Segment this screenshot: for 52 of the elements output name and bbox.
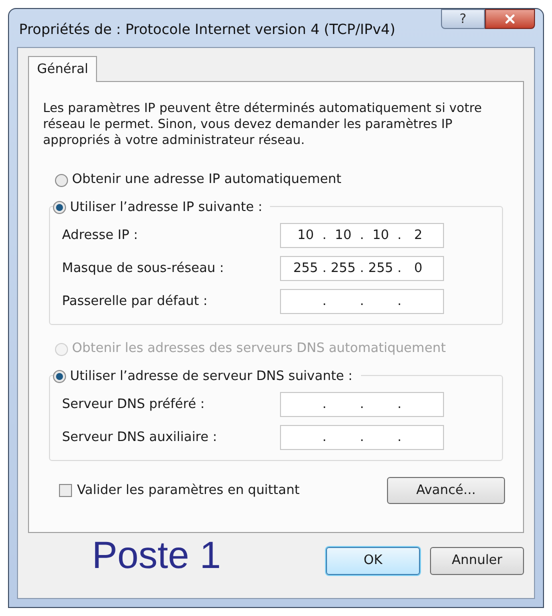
advanced-button[interactable]: Avancé... xyxy=(387,477,505,504)
radio-label: Obtenir les adresses des serveurs DNS automatiquement xyxy=(72,340,446,358)
dot-separator: . xyxy=(322,428,327,447)
octet-text: 10 xyxy=(372,226,389,245)
close-button[interactable] xyxy=(485,9,535,29)
octet-text: 255 xyxy=(293,260,318,278)
intro-text: Les paramètres IP peuvent être déterminés automatiquement si votre réseau le permet. Sinon, vous devez demander les paramètres IP appropriés à votre administrateur réseau. xyxy=(43,100,483,148)
dot-separator: . xyxy=(397,428,402,447)
dot-separator: . xyxy=(322,260,327,278)
dot-separator: . xyxy=(360,428,364,447)
ip-address-field[interactable]: . . . xyxy=(280,289,444,314)
field-label: Passerelle par défaut : xyxy=(62,292,208,311)
ip-address-field[interactable]: . . . xyxy=(280,425,444,450)
field-label: Adresse IP : xyxy=(62,226,138,245)
field-label: Serveur DNS auxiliaire : xyxy=(62,428,218,447)
radio-button[interactable] xyxy=(53,201,66,214)
dot-separator: . xyxy=(360,226,364,245)
checkbox[interactable] xyxy=(59,484,72,497)
field-label: Serveur DNS préféré : xyxy=(62,396,205,414)
dot-separator: . xyxy=(397,396,402,414)
radio-label: Utiliser l’adresse de serveur DNS suivante : xyxy=(70,368,353,386)
dialog-button[interactable]: OK xyxy=(326,547,420,575)
octet-text: 0 xyxy=(414,260,422,278)
octet-text: 255 xyxy=(330,260,356,278)
ip-address-field[interactable]: 10 . 10 . 10 . 2 xyxy=(280,223,444,248)
dot-separator: . xyxy=(360,292,364,311)
tab[interactable]: Général xyxy=(28,56,98,82)
dialog-button[interactable]: Annuler xyxy=(430,547,524,575)
octet-text: 10 xyxy=(297,226,314,245)
dot-separator: . xyxy=(322,292,327,311)
ip-address-field[interactable]: . . . xyxy=(280,392,444,417)
ip-address-field[interactable]: 255 . 255 . 255 . 0 xyxy=(280,256,444,281)
help-button[interactable]: ? xyxy=(441,9,485,29)
dot-separator: . xyxy=(397,292,402,311)
radio-label: Utiliser l’adresse IP suivante : xyxy=(70,199,262,217)
checkbox-label: Valider les paramètres en quittant xyxy=(77,482,300,500)
radio-label: Obtenir une adresse IP automatiquement xyxy=(72,171,342,190)
octet-text: 10 xyxy=(334,226,352,245)
octet-text: 255 xyxy=(368,260,394,278)
annotation-text: Poste 1 xyxy=(92,537,221,575)
dot-separator: . xyxy=(397,226,402,245)
dot-separator: . xyxy=(360,396,364,414)
radio-button[interactable] xyxy=(53,370,66,384)
dot-separator: . xyxy=(360,260,364,278)
dot-separator: . xyxy=(397,260,402,278)
window-title: Propriétés de : Protocole Internet version 4 (TCP/IPv4) xyxy=(19,21,396,40)
close-icon xyxy=(503,12,517,26)
field-label: Masque de sous-réseau : xyxy=(62,260,224,278)
dot-separator: . xyxy=(322,396,327,414)
radio-button[interactable] xyxy=(55,174,68,186)
dot-separator: . xyxy=(322,226,327,245)
octet-text: 2 xyxy=(414,226,422,245)
